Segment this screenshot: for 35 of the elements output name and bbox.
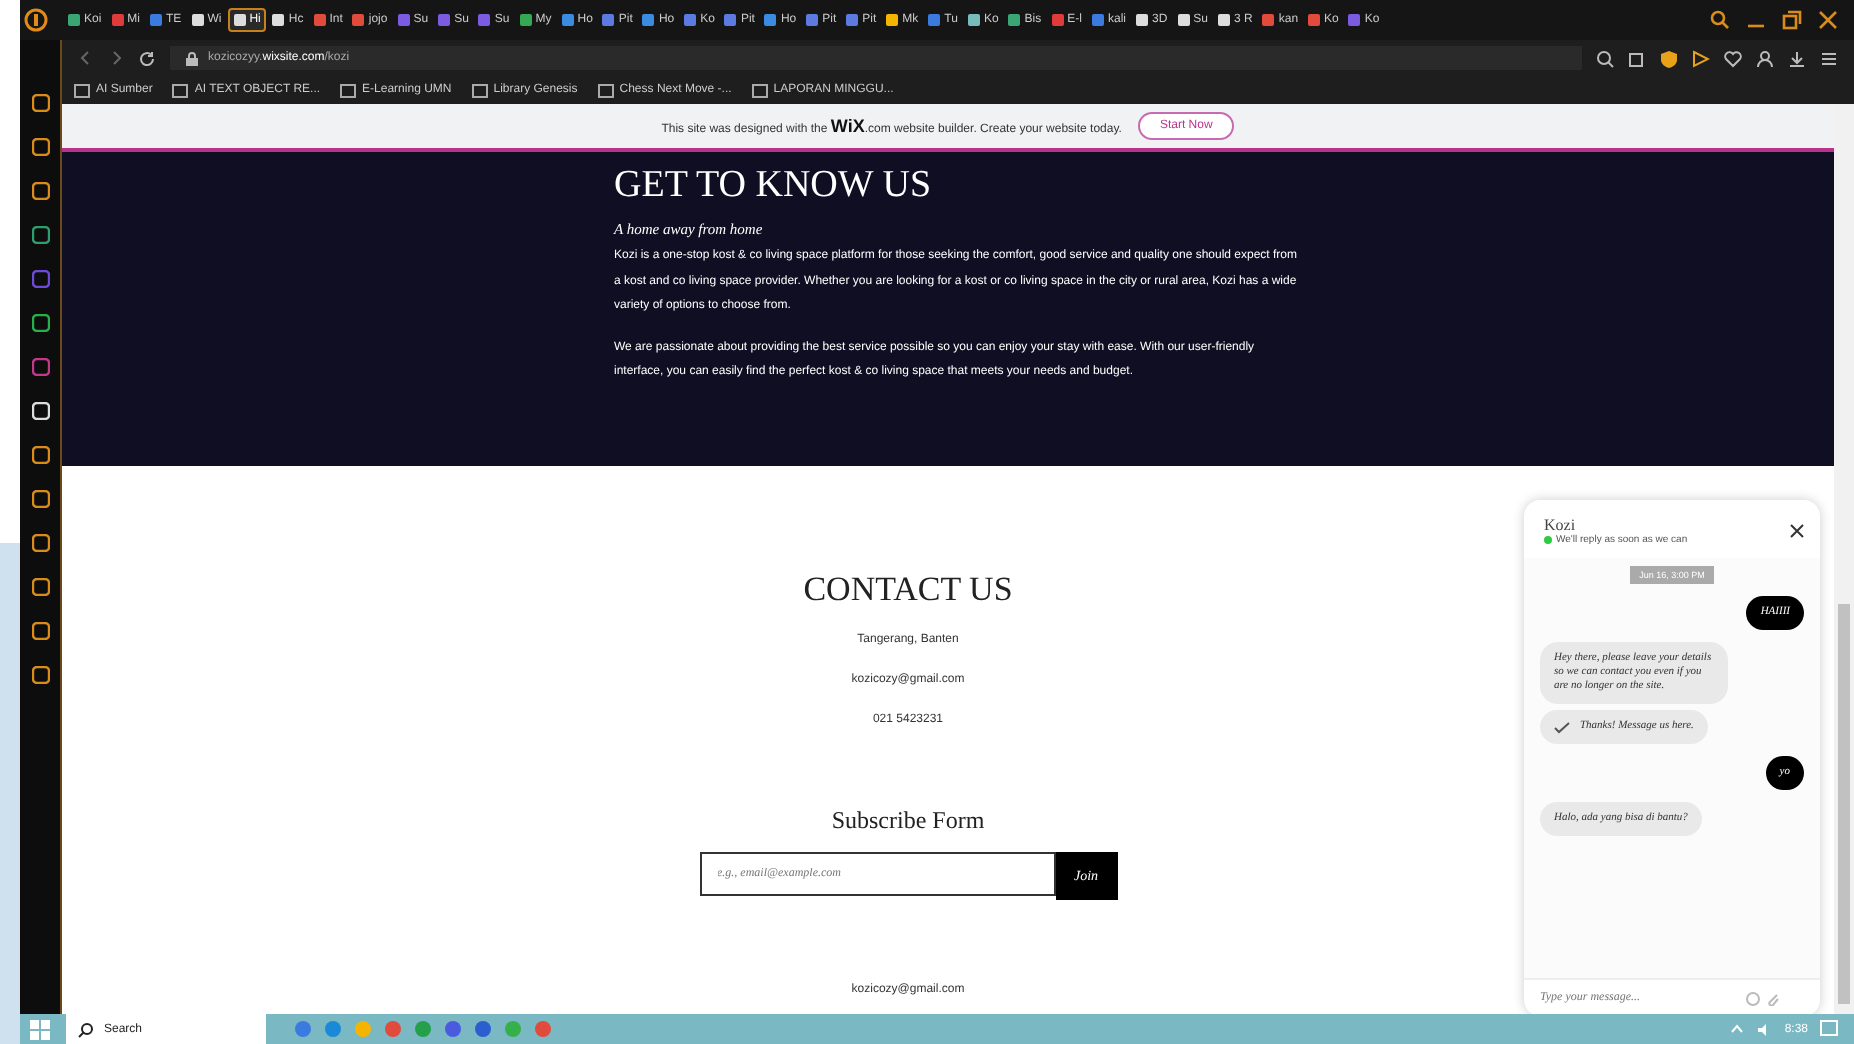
sidebar-app-icon[interactable] [31,534,49,552]
scrollbar-thumb[interactable] [1838,604,1850,1004]
heart-icon[interactable] [1724,49,1742,67]
lock-icon [186,51,198,65]
sidebar-app-icon[interactable] [31,578,49,596]
download-icon[interactable] [1788,49,1806,67]
shield-icon[interactable] [1660,49,1678,67]
chat-name: Kozi [1544,516,1578,534]
search-icon [78,1021,94,1037]
forward-icon[interactable] [108,50,124,66]
form-title: Subscribe Form [831,806,985,836]
sidebar-app-icon[interactable] [31,226,49,244]
sidebar-app-icon[interactable] [31,446,49,464]
profile-icon[interactable] [1756,49,1774,67]
back-icon[interactable] [78,50,94,66]
play-icon[interactable] [1692,49,1710,67]
start-icon[interactable] [30,1019,50,1039]
browser-logo-icon[interactable] [24,8,48,32]
sidebar-app-icon[interactable] [31,182,49,200]
section-title: CONTACT US [803,570,1013,610]
sidebar-app-icon[interactable] [31,314,49,332]
sidebar-app-icon[interactable] [31,622,49,640]
sidebar-app-icon[interactable] [31,138,49,156]
section-title: GET TO KNOW US [614,164,934,208]
menu-icon[interactable] [1820,49,1838,67]
close-icon[interactable] [1790,524,1804,538]
zoom-icon[interactable] [1596,49,1614,67]
sidebar-app-icon[interactable] [31,490,49,508]
close-icon[interactable] [1818,10,1838,30]
search-icon[interactable] [1710,10,1730,30]
check-icon [1554,721,1570,733]
restore-icon[interactable] [1782,10,1802,30]
sidebar-app-icon[interactable] [31,94,49,112]
reload-icon[interactable] [138,49,156,67]
sidebar-app-icon[interactable] [31,666,49,684]
